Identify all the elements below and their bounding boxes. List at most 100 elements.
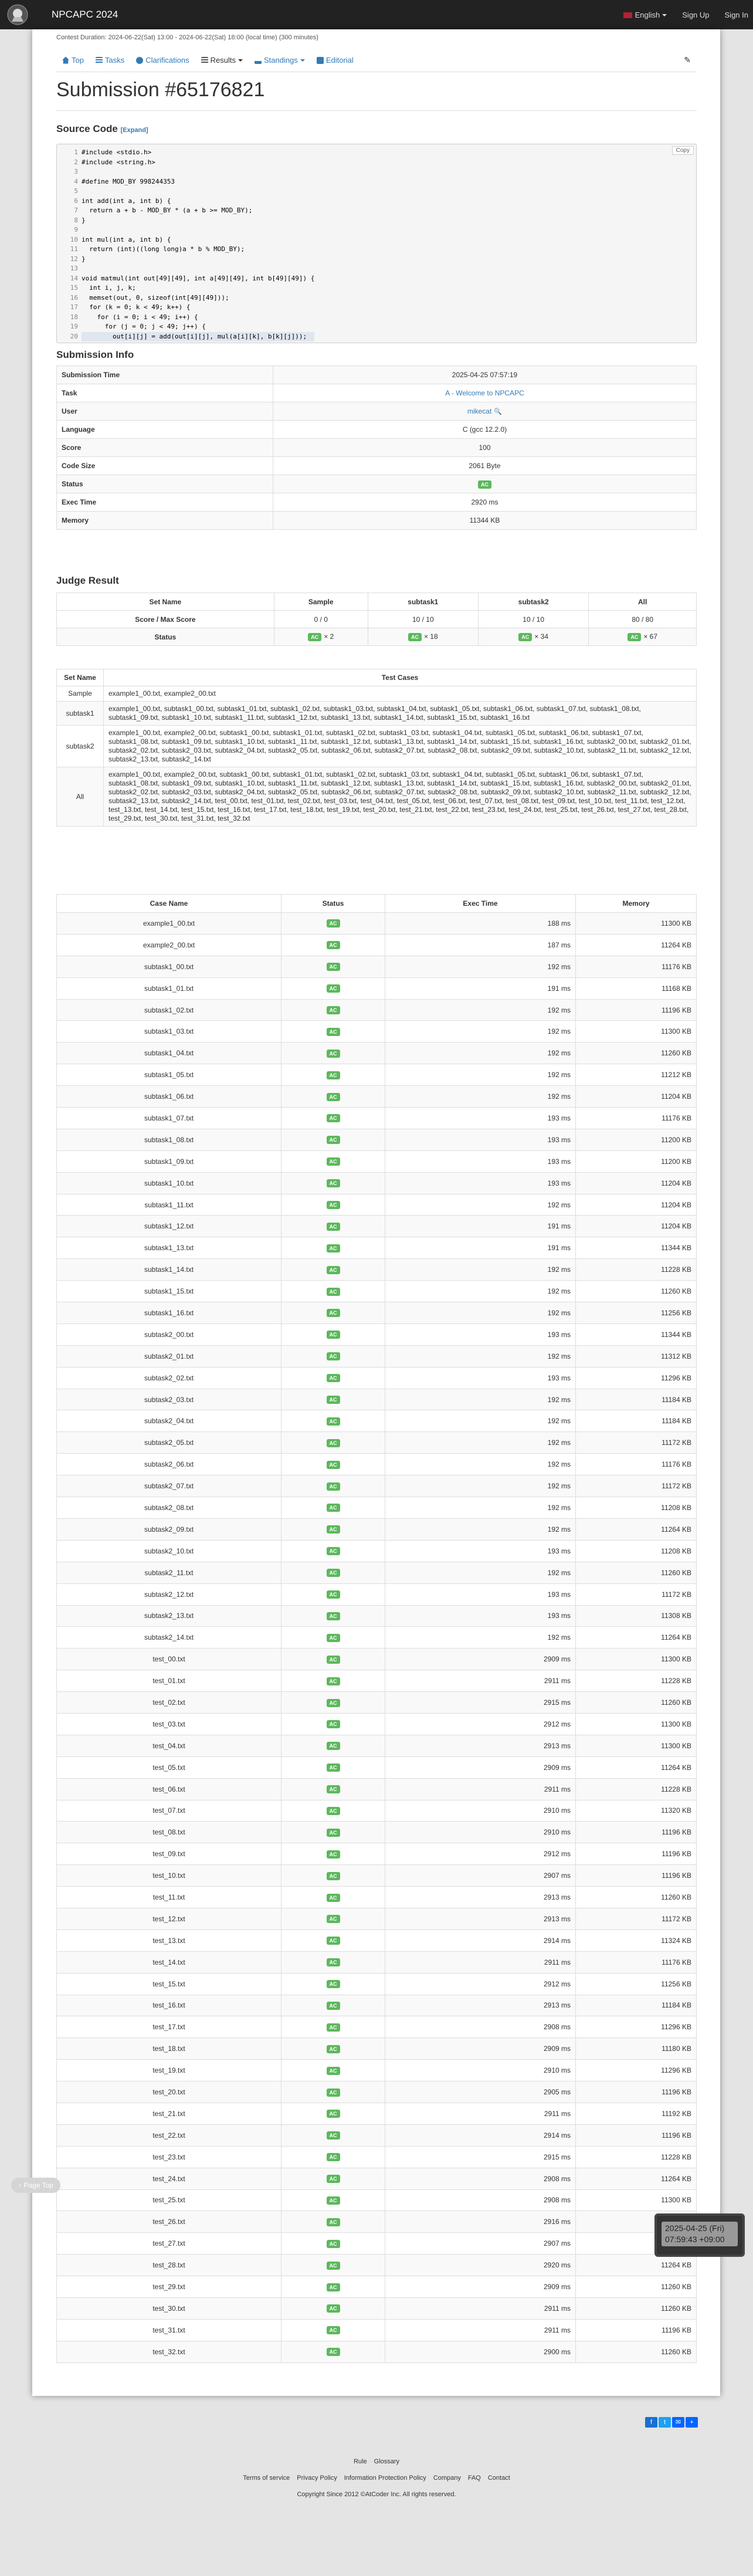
tab-results[interactable]: Results (195, 56, 249, 65)
email-share-icon[interactable]: ✉ (672, 2417, 684, 2428)
case-status: AC (281, 2167, 385, 2190)
cases-header: Case Name (56, 894, 281, 913)
atcoder-logo[interactable] (0, 0, 35, 29)
comment-icon (136, 56, 144, 64)
sign-up-link[interactable]: Sign Up (682, 11, 709, 19)
case-name: test_30.txt (56, 2297, 281, 2320)
status-badge: AC (326, 2110, 340, 2118)
footer-links-secondary: Terms of service Privacy Policy Informatio… (0, 2475, 753, 2482)
case-name: subtask2_12.txt (56, 1583, 281, 1606)
case-name: subtask2_07.txt (56, 1475, 281, 1498)
more-share-icon[interactable]: + (686, 2417, 698, 2428)
status-badge: AC (326, 2196, 340, 2205)
info-key: Exec Time (56, 493, 273, 512)
status-badge: AC (326, 1850, 340, 1859)
tab-editorial[interactable]: Editorial (311, 56, 359, 65)
judge-header: Sample (273, 593, 368, 611)
status-cell: AC × 34 (477, 628, 589, 646)
tab-tasks[interactable]: Tasks (90, 56, 130, 65)
home-icon (62, 56, 69, 64)
status-badge: AC (326, 1438, 340, 1447)
set-name: All (56, 767, 104, 827)
footer-link[interactable]: Privacy Policy (297, 2475, 337, 2482)
info-key: Memory (56, 511, 273, 530)
case-exec-time: 2911 ms (385, 2297, 576, 2320)
case-row: subtask2_05.txt AC 192 ms 11172 KB (56, 1431, 697, 1454)
case-row: subtask2_10.txt AC 193 ms 11208 KB (56, 1539, 697, 1562)
facebook-share-icon[interactable]: f (645, 2417, 657, 2428)
case-name: test_28.txt (56, 2254, 281, 2277)
tab-top[interactable]: Top (56, 56, 90, 65)
case-memory: 11260 KB (575, 1280, 697, 1303)
footer-link[interactable]: Information Protection Policy (344, 2475, 426, 2482)
case-exec-time: 192 ms (385, 1453, 576, 1476)
set-row: subtask2 example1_00.txt, example2_00.txt… (56, 725, 697, 767)
info-value: 100 (273, 438, 697, 457)
case-memory: 11264 KB (575, 1518, 697, 1541)
line-numbers: 1 2 3 4 5 6 7 8 9 10 11 12 13 14 15 16 17 18 19 20 (57, 148, 78, 341)
search-icon[interactable]: 🔍 (494, 408, 502, 415)
footer-link[interactable]: Company (433, 2475, 461, 2482)
twitter-share-icon[interactable]: t (659, 2417, 671, 2428)
task-link[interactable]: A - Welcome to NPCAPC (445, 389, 524, 397)
pencil-icon[interactable]: ✎ (684, 55, 691, 65)
expand-link[interactable]: [Expand] (121, 127, 148, 134)
status-badge: AC (326, 1937, 340, 1945)
status-badge: AC (326, 1569, 340, 1578)
source-code-block[interactable]: Copy 1 2 3 4 5 6 7 8 9 10 11 12 13 14 15 16 17 18 19 20 #in… (56, 144, 697, 343)
footer-link[interactable]: FAQ (468, 2475, 481, 2482)
case-name: subtask1_02.txt (56, 998, 281, 1021)
case-memory: 11204 KB (575, 1172, 697, 1194)
case-status: AC (281, 1193, 385, 1216)
case-status: AC (281, 1497, 385, 1519)
status-badge: AC (326, 1742, 340, 1751)
set-row: Sample example1_00.txt, example2_00.txt (56, 686, 697, 702)
case-memory: 11200 KB (575, 1128, 697, 1151)
case-memory: 11320 KB (575, 1799, 697, 1822)
case-row: test_25.txt AC 2908 ms 11300 KB (56, 2189, 697, 2212)
case-exec-time: 192 ms (385, 1042, 576, 1065)
case-name: subtask2_03.txt (56, 1388, 281, 1411)
set-cases: example1_00.txt, example2_00.txt (103, 686, 697, 702)
status-badge: AC (326, 1785, 340, 1794)
case-row: subtask2_06.txt AC 192 ms 11176 KB (56, 1453, 697, 1476)
source-code-heading: Source Code [Expand] (56, 123, 148, 135)
tab-clarifications[interactable]: Clarifications (130, 56, 195, 65)
case-row: subtask1_10.txt AC 193 ms 11204 KB (56, 1172, 697, 1194)
user-link[interactable]: mikecat (467, 407, 491, 415)
sign-in-link[interactable]: Sign In (725, 11, 748, 19)
case-row: test_24.txt AC 2908 ms 11264 KB (56, 2167, 697, 2190)
case-row: test_18.txt AC 2909 ms 11180 KB (56, 2037, 697, 2060)
status-badge: AC (326, 984, 340, 993)
footer-link[interactable]: Glossary (374, 2458, 399, 2465)
case-exec-time: 192 ms (385, 955, 576, 978)
footer-link[interactable]: Contact (488, 2475, 510, 2482)
judge-header: subtask2 (477, 593, 589, 611)
case-memory: 11300 KB (575, 1020, 697, 1043)
contest-brand[interactable]: NPCAPC 2024 (52, 9, 118, 21)
language-selector[interactable]: English (623, 11, 667, 19)
footer-link[interactable]: Terms of service (243, 2475, 290, 2482)
page-top-button[interactable]: ↑ Page Top (11, 2178, 60, 2193)
status-badge: AC (326, 2153, 340, 2162)
case-name: test_03.txt (56, 1712, 281, 1735)
case-memory: 11212 KB (575, 1064, 697, 1086)
tab-standings[interactable]: Standings (249, 56, 311, 65)
case-exec-time: 192 ms (385, 1085, 576, 1108)
case-status: AC (281, 1864, 385, 1887)
case-memory: 11296 KB (575, 1366, 697, 1389)
status-badge: AC (326, 1698, 340, 1707)
copy-button[interactable]: Copy (671, 146, 694, 155)
case-memory: 11256 KB (575, 1972, 697, 1995)
footer-link[interactable]: Rule (354, 2458, 367, 2465)
code-line: for (k = 0; k < 49; k++) { (82, 303, 191, 311)
case-name: subtask1_00.txt (56, 955, 281, 978)
case-row: subtask1_09.txt AC 193 ms 11200 KB (56, 1150, 697, 1173)
info-key: Status (56, 475, 273, 493)
case-exec-time: 2911 ms (385, 1951, 576, 1974)
case-exec-time: 193 ms (385, 1366, 576, 1389)
page-title: Submission #65176821 (56, 79, 265, 101)
case-exec-time: 2908 ms (385, 2016, 576, 2039)
case-row: subtask2_02.txt AC 193 ms 11296 KB (56, 1366, 697, 1389)
